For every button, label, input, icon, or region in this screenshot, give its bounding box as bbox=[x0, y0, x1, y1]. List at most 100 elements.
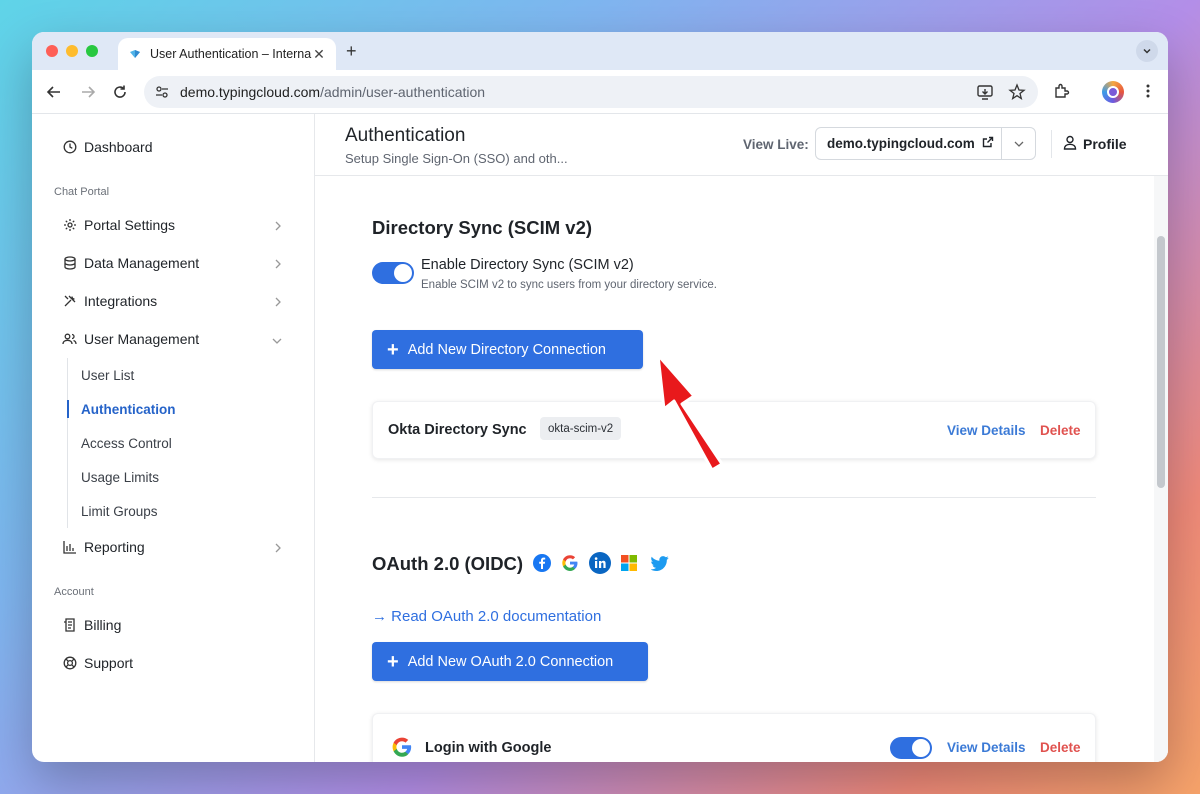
page-header: Authentication Setup Single Sign-On (SSO… bbox=[315, 114, 1168, 176]
view-live-label: View Live: bbox=[743, 137, 809, 152]
site-settings-icon[interactable] bbox=[154, 84, 170, 103]
sidebar-item-billing[interactable]: Billing bbox=[32, 606, 314, 644]
sidebar-item-label: Integrations bbox=[84, 293, 158, 309]
minimize-window-button[interactable] bbox=[66, 45, 78, 57]
scrollbar[interactable] bbox=[1154, 176, 1168, 762]
oauth-documentation-link[interactable]: → Read OAuth 2.0 documentation bbox=[372, 608, 601, 625]
install-app-icon[interactable] bbox=[976, 83, 994, 104]
chevron-down-icon[interactable] bbox=[1001, 128, 1035, 159]
sidebar-item-integrations[interactable]: Integrations bbox=[32, 282, 314, 320]
forward-icon[interactable] bbox=[78, 82, 98, 102]
connection-badge: okta-scim-v2 bbox=[540, 417, 622, 440]
content-area: Directory Sync (SCIM v2) Enable Director… bbox=[315, 176, 1154, 762]
new-tab-icon[interactable]: + bbox=[346, 41, 357, 62]
microsoft-icon bbox=[621, 555, 637, 576]
profile-label: Profile bbox=[1083, 136, 1127, 152]
oauth-connection-card: Login with Google View Details Delete bbox=[372, 713, 1096, 762]
directory-sync-toggle-label: Enable Directory Sync (SCIM v2) bbox=[421, 257, 634, 273]
sidebar-item-label: Reporting bbox=[84, 539, 145, 555]
sidebar: Dashboard Chat Portal Portal Settings Da… bbox=[32, 114, 315, 762]
sidebar-item-data-management[interactable]: Data Management bbox=[32, 244, 314, 282]
add-oauth-connection-button[interactable]: + Add New OAuth 2.0 Connection bbox=[372, 642, 648, 681]
bar-chart-icon bbox=[62, 540, 77, 555]
sidebar-item-label: User Management bbox=[84, 331, 200, 347]
profile-button[interactable]: Profile bbox=[1063, 135, 1127, 153]
bookmark-star-icon[interactable] bbox=[1008, 83, 1026, 104]
profile-avatar-icon[interactable] bbox=[1102, 81, 1124, 103]
url-path: /admin/user-authentication bbox=[320, 84, 486, 100]
header-divider bbox=[1051, 130, 1052, 158]
page-title: Authentication bbox=[345, 125, 466, 146]
directory-sync-toggle-description: Enable SCIM v2 to sync users from your d… bbox=[421, 279, 717, 291]
button-label: Add New Directory Connection bbox=[407, 341, 606, 358]
delete-link[interactable]: Delete bbox=[1040, 423, 1081, 438]
chevron-right-icon bbox=[274, 218, 282, 234]
close-window-button[interactable] bbox=[46, 45, 58, 57]
sidebar-item-label: Billing bbox=[84, 617, 122, 633]
gear-icon bbox=[62, 218, 77, 233]
linkedin-icon bbox=[589, 552, 611, 579]
page-subtitle: Setup Single Sign-On (SSO) and oth... bbox=[345, 151, 568, 166]
twitter-icon bbox=[650, 555, 669, 576]
browser-window: User Authentication – Internal ✕ + demo.… bbox=[32, 32, 1168, 762]
clock-icon bbox=[62, 140, 77, 155]
app-layout: Dashboard Chat Portal Portal Settings Da… bbox=[32, 114, 1168, 762]
add-directory-connection-button[interactable]: + Add New Directory Connection bbox=[372, 330, 643, 369]
sidebar-item-dashboard[interactable]: Dashboard bbox=[32, 128, 314, 166]
chevron-right-icon bbox=[274, 294, 282, 310]
main-panel: Authentication Setup Single Sign-On (SSO… bbox=[315, 114, 1168, 762]
sidebar-subitem-usage-limits[interactable]: Usage Limits bbox=[32, 460, 314, 494]
sidebar-item-label: Portal Settings bbox=[84, 217, 176, 233]
sidebar-subitem-user-list[interactable]: User List bbox=[32, 358, 314, 392]
sidebar-item-label: Dashboard bbox=[84, 139, 153, 155]
google-icon bbox=[561, 554, 579, 577]
live-domain-text: demo.typingcloud.com bbox=[827, 136, 975, 151]
scrollbar-thumb[interactable] bbox=[1157, 236, 1165, 488]
button-label: Add New OAuth 2.0 Connection bbox=[407, 653, 614, 670]
browser-tab[interactable]: User Authentication – Internal ✕ bbox=[118, 38, 336, 70]
tab-search-icon[interactable] bbox=[1136, 40, 1158, 62]
chevron-right-icon bbox=[274, 540, 282, 556]
sidebar-item-support[interactable]: Support bbox=[32, 644, 314, 682]
plus-icon: + bbox=[387, 338, 399, 361]
sidebar-subitem-authentication[interactable]: Authentication bbox=[32, 392, 314, 426]
tab-bar: User Authentication – Internal ✕ + bbox=[32, 32, 1168, 70]
database-icon bbox=[62, 256, 77, 271]
address-bar[interactable]: demo.typingcloud.com/admin/user-authenti… bbox=[144, 76, 1038, 108]
directory-connection-card: Okta Directory Sync okta-scim-v2 View De… bbox=[372, 401, 1096, 459]
view-live-link[interactable]: demo.typingcloud.com bbox=[816, 136, 1001, 151]
chevron-right-icon bbox=[274, 256, 282, 272]
window-controls bbox=[46, 45, 98, 57]
back-icon[interactable] bbox=[44, 82, 64, 102]
facebook-icon bbox=[533, 554, 551, 577]
site-favicon-icon bbox=[128, 47, 142, 61]
oauth-title: OAuth 2.0 (OIDC) bbox=[372, 553, 524, 574]
sidebar-item-portal-settings[interactable]: Portal Settings bbox=[32, 206, 314, 244]
view-details-link[interactable]: View Details bbox=[947, 740, 1026, 755]
receipt-icon bbox=[62, 618, 77, 633]
users-icon bbox=[62, 332, 77, 347]
view-live-select[interactable]: demo.typingcloud.com bbox=[815, 127, 1036, 160]
user-icon bbox=[1063, 135, 1077, 153]
sidebar-item-reporting[interactable]: Reporting bbox=[32, 528, 314, 566]
maximize-window-button[interactable] bbox=[86, 45, 98, 57]
extensions-icon[interactable] bbox=[1053, 82, 1071, 105]
google-login-toggle[interactable] bbox=[890, 737, 932, 759]
section-divider bbox=[372, 497, 1096, 498]
directory-sync-toggle[interactable] bbox=[372, 262, 414, 284]
delete-link[interactable]: Delete bbox=[1040, 740, 1081, 755]
sidebar-subitem-access-control[interactable]: Access Control bbox=[32, 426, 314, 460]
reload-icon[interactable] bbox=[110, 82, 130, 102]
sidebar-subitem-limit-groups[interactable]: Limit Groups bbox=[32, 494, 314, 528]
connection-name: Login with Google bbox=[425, 740, 552, 756]
sidebar-item-user-management[interactable]: User Management bbox=[32, 320, 314, 358]
view-details-link[interactable]: View Details bbox=[947, 423, 1026, 438]
lifebuoy-icon bbox=[62, 656, 77, 671]
directory-sync-title: Directory Sync (SCIM v2) bbox=[372, 217, 593, 238]
browser-toolbar: demo.typingcloud.com/admin/user-authenti… bbox=[32, 70, 1168, 114]
close-tab-icon[interactable]: ✕ bbox=[312, 46, 326, 63]
url-domain: demo.typingcloud.com bbox=[180, 84, 321, 100]
sidebar-section-chat-portal: Chat Portal bbox=[54, 186, 110, 198]
browser-menu-icon[interactable] bbox=[1140, 82, 1156, 105]
tab-title: User Authentication – Internal bbox=[150, 47, 312, 61]
